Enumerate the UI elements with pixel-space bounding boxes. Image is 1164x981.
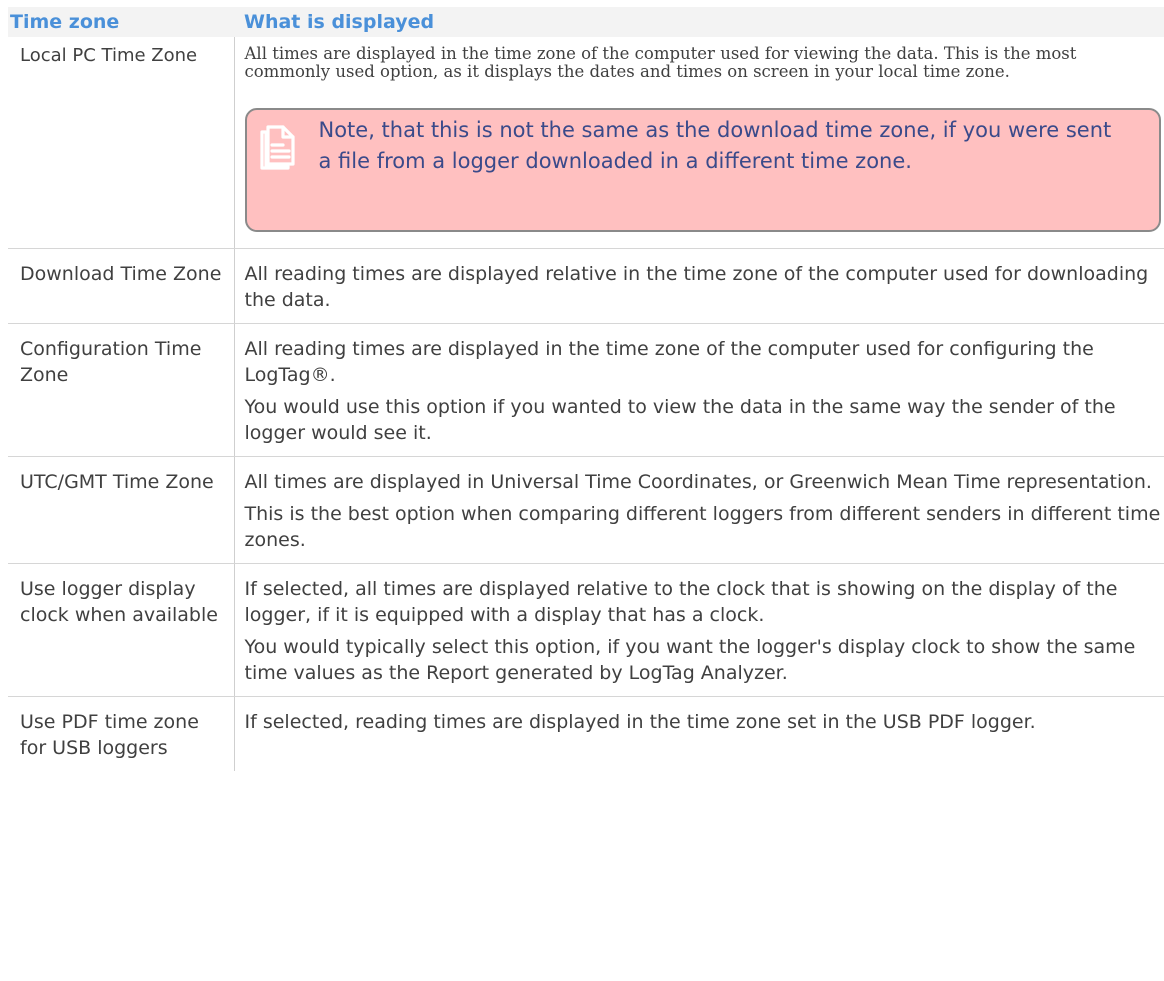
column-header-time-zone: Time zone — [8, 7, 234, 37]
table-row-configuration: Configuration Time Zone All reading time… — [8, 323, 1164, 457]
note-callout: Note, that this is not the same as the d… — [244, 108, 1161, 232]
table-row-pdf-time-zone: Use PDF time zone for USB loggers If sel… — [8, 696, 1164, 772]
description-paragraph: You would typically select this option, … — [244, 636, 1136, 684]
description-cell: If selected, all times are displayed rel… — [234, 563, 1164, 697]
description-cell: All times are displayed in Universal Tim… — [234, 456, 1164, 564]
table-header-row: Time zone What is displayed — [8, 7, 1164, 37]
document-note-icon — [257, 124, 297, 170]
description-cell: If selected, reading times are displayed… — [234, 697, 1164, 772]
description-paragraph: All times are displayed in Universal Tim… — [244, 471, 1152, 493]
description-paragraph: All reading times are displayed in the t… — [244, 338, 1094, 386]
description-paragraph: You would use this option if you wanted … — [244, 396, 1116, 444]
description-paragraph: All reading times are displayed relative… — [244, 263, 1149, 311]
description-paragraph: If selected, all times are displayed rel… — [244, 578, 1118, 626]
description-cell: All reading times are displayed relative… — [234, 248, 1164, 324]
description-paragraph: This is the best option when comparing d… — [244, 503, 1161, 551]
description-paragraph: All times are displayed in the time zone… — [244, 44, 1077, 81]
time-zone-cell: Configuration Time Zone — [8, 323, 235, 457]
column-header-what-is-displayed: What is displayed — [234, 7, 1164, 37]
time-zone-cell: UTC/GMT Time Zone — [8, 456, 235, 564]
description-paragraph: If selected, reading times are displayed… — [244, 711, 1036, 733]
time-zone-table: Time zone What is displayed Local PC Tim… — [8, 7, 1164, 771]
table-row-logger-display-clock: Use logger display clock when available … — [8, 563, 1164, 697]
description-cell: All times are displayed in the time zone… — [234, 37, 1164, 249]
time-zone-cell: Use PDF time zone for USB loggers — [8, 696, 235, 771]
time-zone-cell: Download Time Zone — [8, 248, 235, 324]
table-row-utc-gmt: UTC/GMT Time Zone All times are displaye… — [8, 456, 1164, 564]
time-zone-cell: Local PC Time Zone — [8, 37, 235, 249]
note-text: Note, that this is not the same as the d… — [318, 118, 1112, 173]
table-row-local-pc: Local PC Time Zone All times are display… — [8, 37, 1164, 249]
table-row-download: Download Time Zone All reading times are… — [8, 248, 1164, 324]
description-cell: All reading times are displayed in the t… — [234, 323, 1164, 457]
time-zone-cell: Use logger display clock when available — [8, 563, 235, 697]
